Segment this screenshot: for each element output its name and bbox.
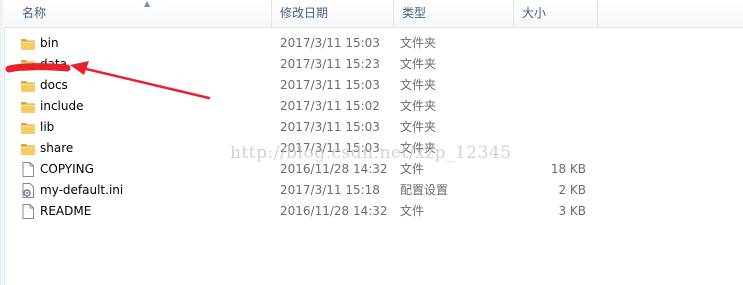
file-size: 2 KB — [558, 183, 586, 197]
file-name: docs — [40, 78, 68, 92]
file-row[interactable]: data 2017/3/11 15:23 文件夹 — [4, 54, 743, 75]
file-row[interactable]: lib 2017/3/11 15:03 文件夹 — [4, 117, 743, 138]
file-list: bin 2017/3/11 15:03 文件夹 data 2017/3/11 15:23… — [4, 33, 743, 222]
column-header-type[interactable]: 类型 — [394, 0, 514, 27]
file-size — [524, 33, 586, 54]
file-row[interactable]: README 2016/11/28 14:32 文件 3 KB — [4, 201, 743, 222]
file-size — [524, 138, 586, 159]
file-modified-date: 2017/3/11 15:03 — [280, 78, 380, 92]
file-row[interactable]: include 2017/3/11 15:02 文件夹 — [4, 96, 743, 117]
folder-icon — [20, 99, 36, 114]
file-name: data — [40, 57, 68, 71]
file-name: COPYING — [40, 162, 94, 176]
column-header-size[interactable]: 大小 — [514, 0, 598, 27]
file-type: 文件夹 — [400, 36, 437, 50]
column-header-bar: 名称 ▲ 修改日期 类型 大小 — [4, 0, 743, 28]
column-header-name[interactable]: 名称 ▲ — [6, 0, 272, 27]
file-size — [524, 75, 586, 96]
file-row[interactable]: bin 2017/3/11 15:03 文件夹 — [4, 33, 743, 54]
watermark-text: http://blog.csdn.net/xzp_12345 — [230, 143, 512, 163]
file-size — [524, 96, 586, 117]
file-icon — [20, 162, 36, 177]
file-row[interactable]: docs 2017/3/11 15:03 文件夹 — [4, 75, 743, 96]
file-name: include — [40, 99, 84, 113]
file-size — [524, 117, 586, 138]
file-modified-date: 2017/3/11 15:03 — [280, 120, 380, 134]
file-size: 3 KB — [558, 204, 586, 218]
file-type: 文件夹 — [400, 57, 437, 71]
file-type: 文件夹 — [400, 78, 437, 92]
file-modified-date: 2017/3/11 15:03 — [280, 36, 380, 50]
folder-icon — [20, 141, 36, 156]
file-type: 文件 — [400, 204, 425, 218]
file-type: 文件夹 — [400, 120, 437, 134]
file-modified-date: 2016/11/28 14:32 — [280, 204, 388, 218]
column-header-date[interactable]: 修改日期 — [272, 0, 394, 27]
file-icon — [20, 204, 36, 219]
file-type: 文件夹 — [400, 99, 437, 113]
file-name: my-default.ini — [40, 183, 124, 197]
file-size: 18 KB — [550, 162, 586, 176]
file-modified-date: 2017/3/11 15:18 — [280, 183, 380, 197]
column-header-name-label: 名称 — [22, 6, 47, 20]
folder-icon — [20, 120, 36, 135]
folder-icon — [20, 36, 36, 51]
file-name: README — [40, 204, 92, 218]
file-row[interactable]: my-default.ini 2017/3/11 15:18 配置设置 2 KB — [4, 180, 743, 201]
file-name: bin — [40, 36, 59, 50]
file-size — [524, 54, 586, 75]
file-name: lib — [40, 120, 55, 134]
file-explorer: 名称 ▲ 修改日期 类型 大小 bin 2017/3/11 15:03 文件夹 dat… — [0, 0, 743, 285]
file-name: share — [40, 141, 74, 155]
file-modified-date: 2017/3/11 15:02 — [280, 99, 380, 113]
file-type: 配置设置 — [400, 183, 449, 197]
folder-icon — [20, 78, 36, 93]
settings-file-icon — [20, 183, 36, 198]
sort-ascending-icon: ▲ — [144, 0, 151, 8]
folder-icon — [20, 57, 36, 72]
file-modified-date: 2017/3/11 15:23 — [280, 57, 380, 71]
